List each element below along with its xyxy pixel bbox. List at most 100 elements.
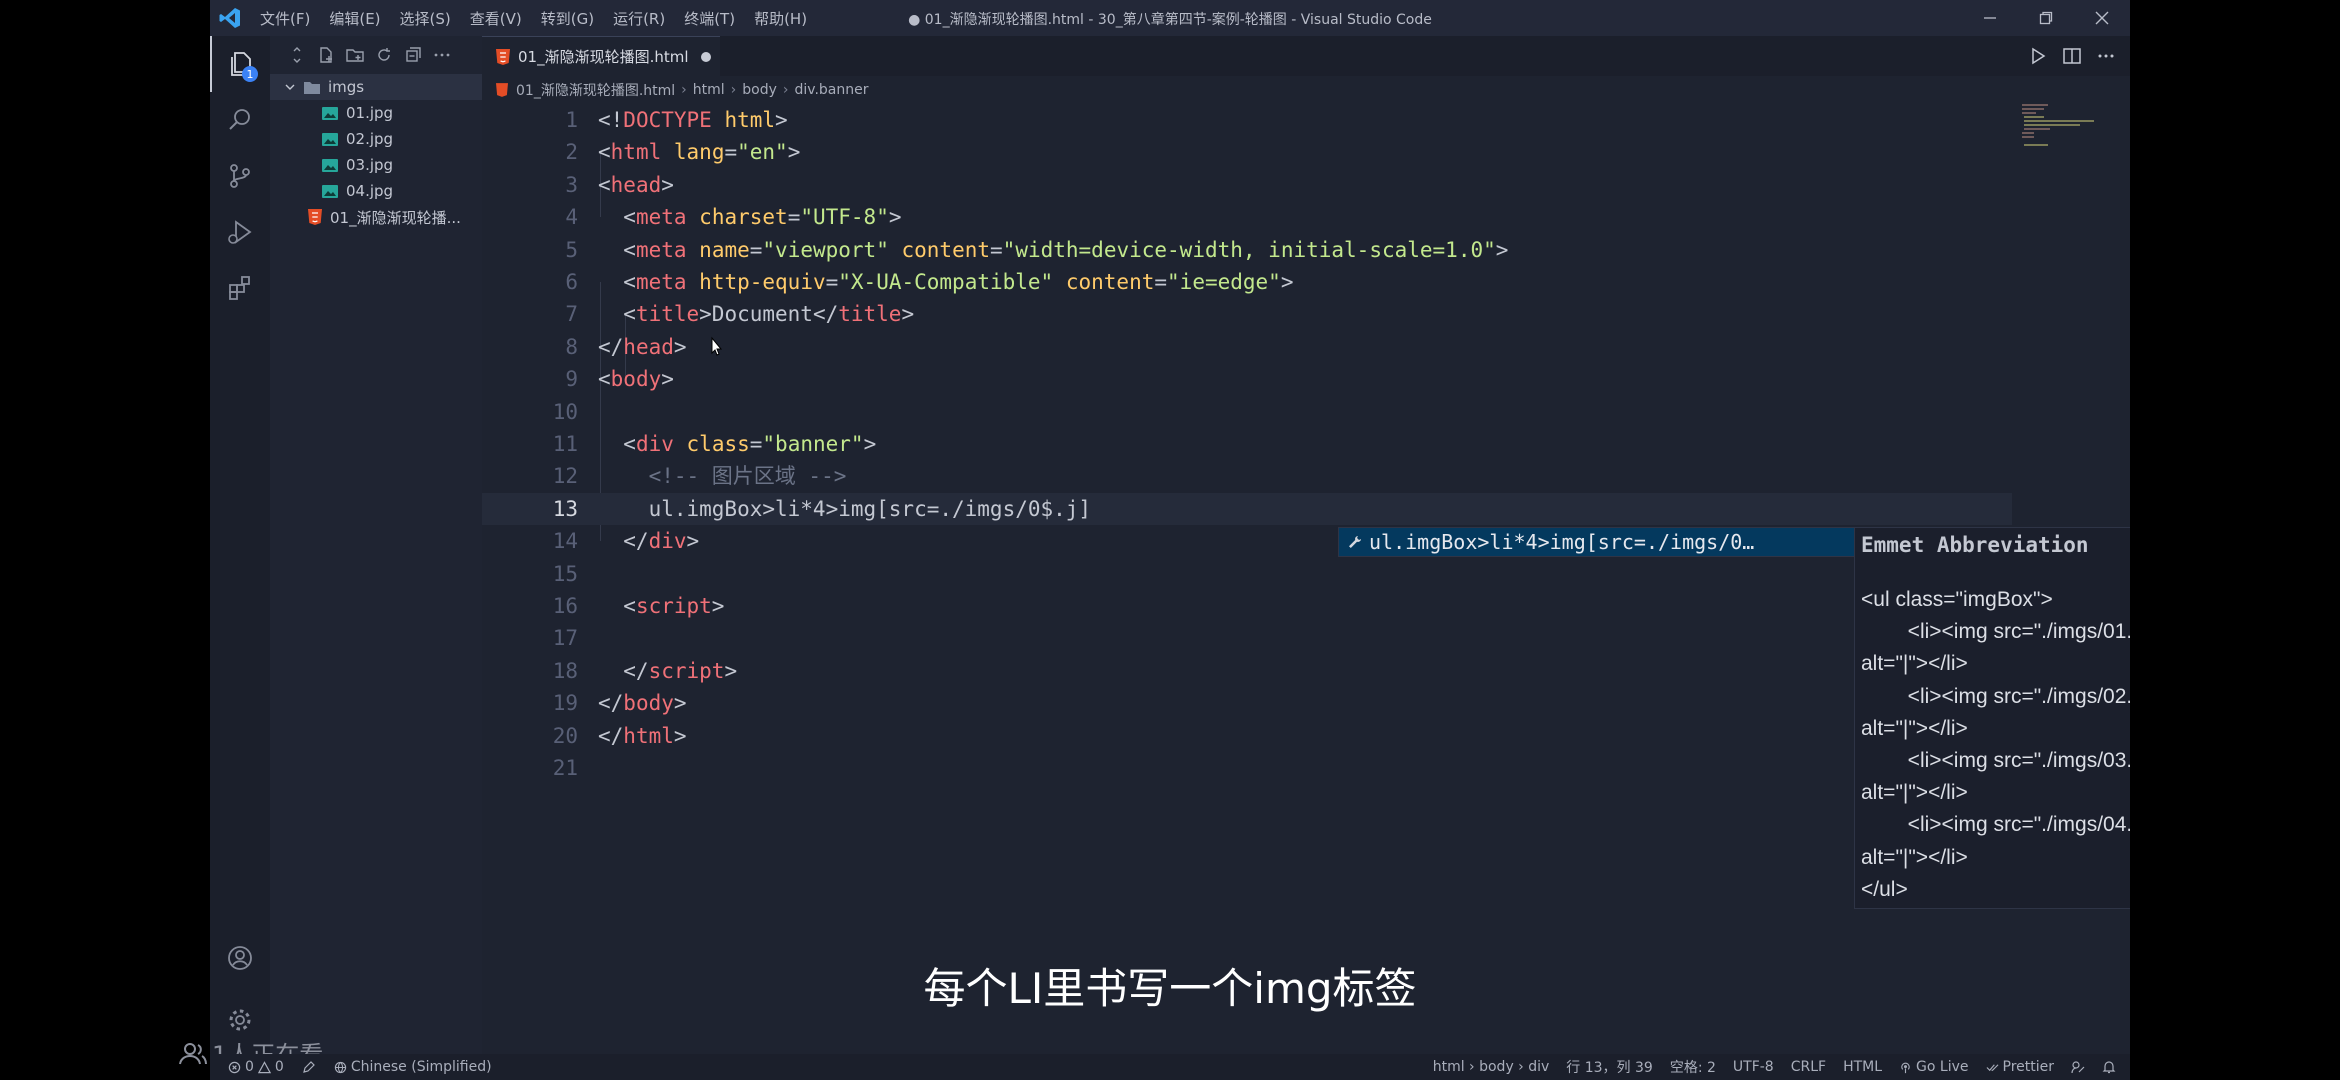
line-number: 17 [552, 626, 578, 651]
collapse-arrows-icon[interactable] [288, 46, 306, 64]
more-actions-icon[interactable] [2096, 46, 2116, 66]
warning-icon [257, 1060, 271, 1073]
code-text: <!-- 图片区域 --> [598, 464, 847, 489]
wrench-icon [1349, 536, 1361, 548]
menu-help[interactable]: 帮助(H) [754, 8, 807, 29]
people-icon [179, 1042, 207, 1064]
line-number: 11 [552, 432, 578, 456]
folder-icon [304, 82, 320, 94]
code-line: 9 <body> [482, 363, 2012, 395]
split-editor-icon[interactable] [2062, 46, 2082, 66]
menu-go[interactable]: 转到(G) [541, 8, 594, 29]
file-label: 04.jpg [346, 182, 394, 200]
code-text: </div> [598, 529, 700, 554]
minimize-button[interactable] [1962, 0, 2018, 36]
file-03-jpg[interactable]: 03.jpg [270, 152, 482, 178]
file-04-jpg[interactable]: 04.jpg [270, 178, 482, 204]
emmet-expansion-preview: <ul class="imgBox"> <li><img src="./imgs… [1861, 588, 2130, 901]
suggest-item-emmet[interactable]: ul.imgBox>li*4>img[src=./imgs/0… [1339, 528, 1859, 556]
pen-icon[interactable] [302, 1060, 316, 1074]
html-file-icon [308, 209, 322, 225]
suggest-label: ul.imgBox>li*4>img[src=./imgs/0… [1369, 530, 1755, 554]
error-icon [228, 1061, 241, 1073]
activity-extensions[interactable] [210, 260, 270, 316]
source-control-icon [230, 164, 250, 188]
status-path[interactable]: html › body › div [1433, 1059, 1550, 1075]
bell-icon[interactable] [2102, 1060, 2116, 1074]
file-label: 01_渐隐渐现轮播... [330, 208, 461, 227]
refresh-icon[interactable] [375, 46, 393, 64]
code-text: <title>Document</title> [598, 302, 915, 327]
activity-run-debug[interactable] [210, 204, 270, 260]
file-label: 03.jpg [346, 156, 394, 174]
chevron-down-icon [285, 84, 295, 90]
status-eol[interactable]: CRLF [1791, 1059, 1826, 1075]
language-pack-item[interactable]: Chinese (Simplified) [334, 1059, 492, 1075]
image-file-icon [322, 106, 338, 120]
problems-indicator[interactable]: 0 0 [228, 1059, 284, 1075]
code-line: 19 </body> [482, 687, 2012, 719]
code-text: </body> [598, 691, 687, 716]
close-window-button[interactable] [2074, 0, 2130, 36]
file-html[interactable]: 01_渐隐渐现轮播... [270, 204, 482, 230]
restore-button[interactable] [2018, 0, 2074, 36]
suggest-type: Emmet Abbreviation [1861, 533, 2089, 557]
line-number: 14 [552, 529, 578, 554]
breadcrumb-file[interactable]: 01_渐隐渐现轮播图.html [516, 80, 675, 100]
activity-bar: 1 [210, 36, 270, 1054]
folder-imgs[interactable]: imgs [270, 74, 482, 100]
menu-run[interactable]: 运行(R) [613, 8, 665, 29]
go-live-button[interactable]: Go Live [1899, 1059, 1969, 1075]
status-encoding[interactable]: UTF-8 [1733, 1059, 1774, 1075]
breadcrumb-div[interactable]: div.banner [795, 82, 869, 98]
search-icon [229, 109, 250, 130]
new-file-icon[interactable] [317, 46, 335, 64]
extensions-icon [229, 276, 250, 300]
menu-edit[interactable]: 编辑(E) [329, 8, 380, 29]
file-label: 01.jpg [346, 104, 394, 122]
activity-explorer[interactable]: 1 [210, 36, 270, 92]
status-cursor-position[interactable]: 行 13，列 39 [1566, 1057, 1653, 1077]
autocomplete-suggest-widget: ul.imgBox>li*4>img[src=./imgs/0… [1338, 527, 1859, 557]
code-text: <meta name="viewport" content="width=dev… [598, 237, 1509, 262]
chevron-right-icon: › [681, 82, 687, 98]
go-live-label: Go Live [1916, 1059, 1969, 1075]
file-02-jpg[interactable]: 02.jpg [270, 126, 482, 152]
line-number: 2 [565, 140, 578, 165]
unsaved-dot-icon[interactable] [700, 51, 711, 62]
status-language[interactable]: HTML [1843, 1059, 1882, 1075]
code-line: 10 [482, 396, 2012, 428]
breadcrumb-html[interactable]: html [693, 82, 725, 98]
activity-search[interactable] [210, 92, 270, 148]
line-number: 19 [552, 691, 578, 716]
activity-source-control[interactable] [210, 148, 270, 204]
status-indentation[interactable]: 空格: 2 [1670, 1057, 1716, 1077]
line-number: 12 [552, 464, 578, 489]
code-line: 15 [482, 558, 2012, 590]
line-number: 4 [565, 205, 578, 230]
code-line: 20 </html> [482, 720, 2012, 752]
tab-active-file[interactable]: 01_渐隐渐现轮播图.html [482, 36, 720, 76]
run-icon[interactable] [2028, 46, 2048, 66]
feedback-icon[interactable] [2071, 1060, 2085, 1074]
menu-view[interactable]: 查看(V) [470, 8, 522, 29]
html-file-icon [496, 48, 510, 65]
file-01-jpg[interactable]: 01.jpg [270, 100, 482, 126]
warning-count: 0 [274, 1059, 284, 1075]
code-text: <div class="banner"> [598, 432, 877, 456]
status-bar: 0 0 Chinese (Simplified) html › body › d… [210, 1054, 2130, 1080]
error-count: 0 [245, 1059, 254, 1075]
mouse-cursor-icon [711, 336, 723, 356]
menu-terminal[interactable]: 终端(T) [684, 8, 735, 29]
line-number: 5 [565, 237, 578, 262]
breadcrumb-body[interactable]: body [742, 82, 777, 98]
menu-selection[interactable]: 选择(S) [400, 8, 451, 29]
more-actions-icon[interactable] [433, 46, 451, 64]
code-line: 12 <!-- 图片区域 --> [482, 460, 2012, 492]
new-folder-icon[interactable] [346, 46, 364, 64]
run-debug-icon [228, 220, 252, 244]
prettier-button[interactable]: Prettier [1986, 1059, 2054, 1075]
line-number: 1 [565, 108, 578, 132]
collapse-all-icon[interactable] [404, 46, 422, 64]
menu-file[interactable]: 文件(F) [260, 8, 310, 29]
